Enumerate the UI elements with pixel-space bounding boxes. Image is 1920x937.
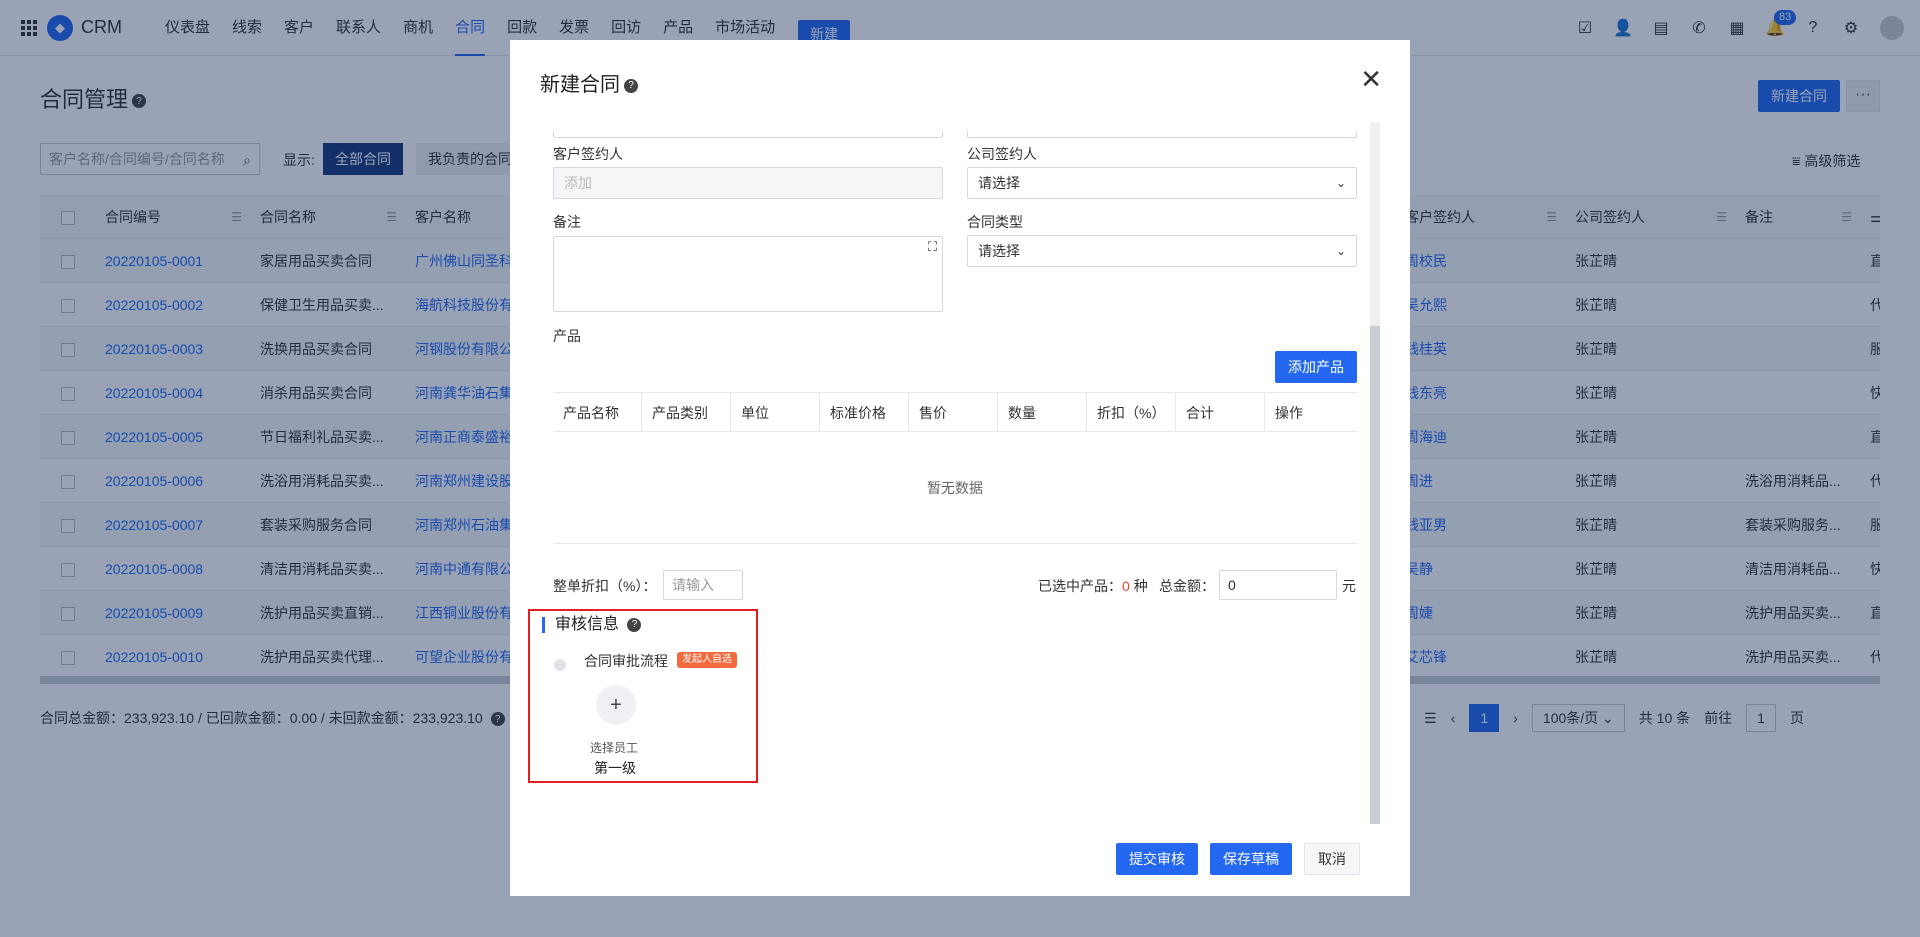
product-header-standard-price: 标准价格 <box>820 393 909 431</box>
product-header-total: 合计 <box>1176 393 1265 431</box>
submit-review-button[interactable]: 提交审核 <box>1116 843 1198 875</box>
selected-label: 已选中产品： <box>1038 578 1122 594</box>
choose-employee-label: 选择员工 <box>590 741 639 755</box>
cancel-button[interactable]: 取消 <box>1304 843 1360 875</box>
save-draft-button[interactable]: 保存草稿 <box>1210 843 1292 875</box>
product-table-header: 产品名称 产品类别 单位 标准价格 售价 数量 折扣（%） 合计 操作 <box>553 392 1357 432</box>
customer-signer-input[interactable]: 添加 <box>553 167 943 199</box>
selected-count: 0 <box>1122 578 1130 594</box>
company-signer-select[interactable]: 请选择 ⌄ <box>967 167 1357 199</box>
product-header-discount: 折扣（%） <box>1087 393 1176 431</box>
product-table: 产品名称 产品类别 单位 标准价格 售价 数量 折扣（%） 合计 操作 暂无数据 <box>553 392 1357 544</box>
chevron-down-icon: ⌄ <box>1335 244 1346 258</box>
product-header-name: 产品名称 <box>553 393 642 431</box>
company-signer-label: 公司签约人 <box>967 146 1037 162</box>
dialog-scrollbar-thumb[interactable] <box>1370 326 1380 824</box>
dialog-title: 新建合同? <box>540 68 638 97</box>
add-product-button[interactable]: 添加产品 <box>1275 351 1357 383</box>
step-dot-icon <box>554 659 566 671</box>
flow-tag-badge: 发起人自选 <box>677 652 737 668</box>
help-icon[interactable]: ? <box>627 617 642 632</box>
product-header-unit: 单位 <box>731 393 820 431</box>
remark-label: 备注 <box>553 214 581 230</box>
product-label: 产品 <box>553 328 581 344</box>
remark-textarea[interactable]: ⛶ <box>553 236 943 312</box>
total-amount-input[interactable]: 0 <box>1219 570 1337 600</box>
audit-title: 审核信息 ? <box>542 617 642 633</box>
contract-type-select[interactable]: 请选择 ⌄ <box>967 235 1357 267</box>
product-header-category: 产品类别 <box>642 393 731 431</box>
product-header-price: 售价 <box>909 393 998 431</box>
prev-field-right[interactable] <box>967 130 1357 138</box>
prev-field-left[interactable] <box>553 130 943 138</box>
discount-input[interactable]: 请输入 <box>663 570 743 600</box>
product-header-quantity: 数量 <box>998 393 1087 431</box>
approval-level-label: 第一级 <box>594 760 636 776</box>
contract-type-placeholder: 请选择 <box>978 243 1020 259</box>
discount-label: 整单折扣（%）： <box>553 578 657 594</box>
contract-type-label: 合同类型 <box>967 214 1023 230</box>
approval-flow-name: 合同审批流程 <box>584 653 668 669</box>
empty-state: 暂无数据 <box>553 432 1357 544</box>
help-icon[interactable]: ? <box>624 78 638 93</box>
customer-signer-label: 客户签约人 <box>553 146 623 162</box>
company-signer-placeholder: 请选择 <box>978 175 1020 191</box>
expand-icon[interactable]: ⛶ <box>928 239 937 255</box>
selected-products: 已选中产品：0 种 <box>1038 576 1148 596</box>
currency-label: 元 <box>1342 578 1356 594</box>
selected-unit: 种 <box>1133 578 1148 594</box>
total-amount-label: 总金额： <box>1159 578 1215 594</box>
chevron-down-icon: ⌄ <box>1335 176 1346 190</box>
add-employee-button[interactable]: + <box>596 685 636 725</box>
close-icon[interactable]: ✕ <box>1360 66 1382 92</box>
product-header-actions: 操作 <box>1275 405 1303 421</box>
audit-info-section: 审核信息 ? 合同审批流程 发起人自选 + 选择员工 第一级 <box>528 609 758 783</box>
new-contract-dialog: 新建合同? ✕ 客户签约人 添加 公司签约人 请选择 ⌄ 备注 ⛶ 合同类型 请选… <box>510 40 1410 896</box>
